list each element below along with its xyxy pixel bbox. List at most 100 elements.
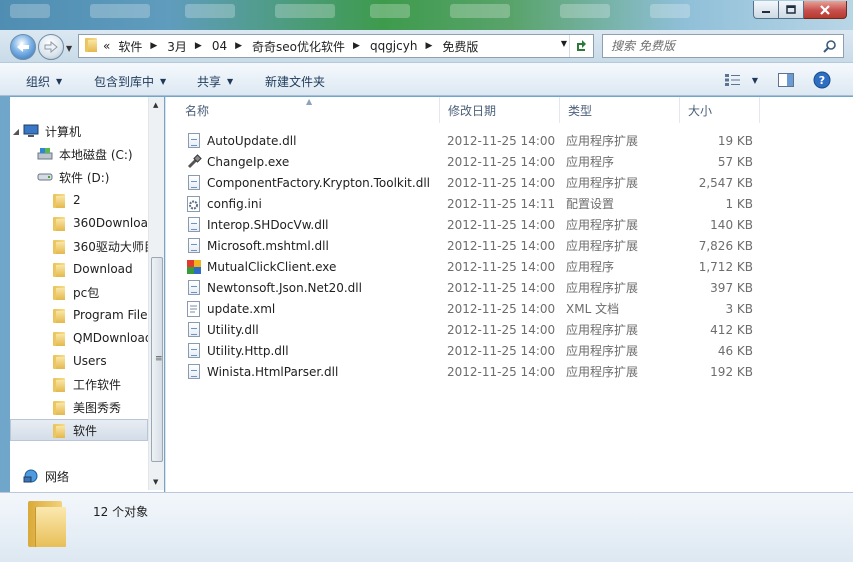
nav-scrollbar[interactable]: ▲ ≡ ▼ [148, 97, 164, 490]
nav-item-label: Program Files [73, 308, 154, 322]
file-row[interactable]: update.xml 2012-11-25 14:00 XML 文档 3 KB [166, 298, 766, 319]
file-row[interactable]: config.ini 2012-11-25 14:11 配置设置 1 KB [166, 193, 766, 214]
title-bar[interactable] [0, 0, 853, 30]
preview-pane-button[interactable] [775, 69, 797, 91]
back-button[interactable] [10, 34, 36, 60]
breadcrumb-arrow-icon[interactable]: ▶ [353, 41, 360, 51]
nav-item-local-disk-c[interactable]: 本地磁盘 (C:) [10, 143, 148, 165]
folder-icon [50, 307, 68, 323]
nav-folder-item[interactable]: Users [10, 350, 148, 372]
folder-icon [50, 376, 68, 392]
nav-folder-item[interactable]: 360驱动大师目 [10, 235, 156, 257]
exe-tool-icon [186, 153, 202, 170]
share-button[interactable]: 共享 ▼ [197, 73, 233, 90]
nav-item-label: 美图秀秀 [73, 400, 122, 415]
breadcrumb-label: 04 [211, 39, 228, 53]
column-header-date[interactable]: 修改日期 [440, 97, 560, 123]
chevron-down-icon: ▼ [160, 77, 167, 86]
file-name: update.xml [207, 301, 276, 316]
breadcrumb-item[interactable]: 04 ▶ [212, 39, 252, 53]
nav-folder-item[interactable]: 2 [10, 189, 148, 211]
nav-item-drive-d[interactable]: 软件 (D:) [10, 166, 148, 188]
file-name: Interop.SHDocVw.dll [207, 217, 329, 232]
file-row[interactable]: Newtonsoft.Json.Net20.dll 2012-11-25 14:… [166, 277, 766, 298]
chevron-down-icon: ▼ [227, 77, 234, 86]
breadcrumb-arrow-icon[interactable]: ▶ [425, 41, 432, 51]
minimize-icon [762, 10, 770, 13]
file-size: 412 KB [710, 322, 753, 337]
file-row[interactable]: Winista.HtmlParser.dll 2012-11-25 14:00 … [166, 361, 766, 382]
breadcrumb-item[interactable]: 软件 ▶ [118, 38, 167, 55]
nav-folder-item-selected[interactable]: 软件 [10, 419, 148, 441]
column-header-size[interactable]: 大小 [680, 97, 760, 123]
file-row[interactable]: ChangeIp.exe 2012-11-25 14:00 应用程序 57 KB [166, 151, 766, 172]
file-name-cell: ComponentFactory.Krypton.Toolkit.dll [186, 172, 430, 193]
minimize-button[interactable] [753, 1, 779, 19]
file-type: 应用程序扩展 [566, 365, 639, 379]
scroll-down-icon[interactable]: ▼ [153, 478, 158, 486]
nav-folder-item[interactable]: 美图秀秀 [10, 396, 148, 418]
file-size: 3 KB [725, 301, 753, 316]
breadcrumb-arrow-icon[interactable]: ▶ [235, 41, 242, 51]
address-bar[interactable]: « 软件 ▶ 3月 ▶ 04 ▶ 奇奇seo优化软件 ▶ qqgjcyh ▶ 免费版 ▼ [78, 34, 594, 58]
file-row[interactable]: ComponentFactory.Krypton.Toolkit.dll 201… [166, 172, 766, 193]
include-in-library-button[interactable]: 包含到库中 ▼ [94, 73, 166, 90]
file-row[interactable]: Utility.dll 2012-11-25 14:00 应用程序扩展 412 … [166, 319, 766, 340]
view-options-button[interactable]: ▼ [720, 69, 762, 91]
column-header-label: 修改日期 [448, 103, 497, 118]
breadcrumb-item[interactable]: qqgjcyh ▶ [370, 39, 442, 53]
address-dropdown-icon[interactable]: ▼ [561, 39, 567, 48]
breadcrumb-overflow[interactable]: « [103, 39, 110, 53]
file-name: config.ini [207, 196, 262, 211]
nav-folder-item[interactable]: pc包 [10, 281, 148, 303]
forward-button[interactable] [38, 34, 64, 60]
search-box[interactable] [602, 34, 844, 58]
nav-folder-item[interactable]: QMDownload [10, 327, 152, 349]
item-count: 12 个对象 [93, 505, 149, 519]
file-size: 140 KB [710, 217, 753, 232]
new-folder-button[interactable]: 新建文件夹 [265, 73, 325, 90]
file-row[interactable]: AutoUpdate.dll 2012-11-25 14:00 应用程序扩展 1… [166, 130, 766, 151]
search-icon[interactable] [823, 39, 837, 56]
nav-folder-item[interactable]: 工作软件 [10, 373, 148, 395]
close-icon [820, 4, 830, 15]
search-input[interactable] [611, 39, 811, 53]
file-name-cell: ChangeIp.exe [186, 151, 289, 172]
chevron-down-icon: ▼ [56, 77, 63, 86]
nav-item-computer[interactable]: ◢ 计算机 [10, 120, 148, 142]
file-row[interactable]: Interop.SHDocVw.dll 2012-11-25 14:00 应用程… [166, 214, 766, 235]
recent-pages-dropdown[interactable]: ▼ [66, 44, 72, 53]
file-row[interactable]: Microsoft.mshtml.dll 2012-11-25 14:00 应用… [166, 235, 766, 256]
file-row[interactable]: Utility.Http.dll 2012-11-25 14:00 应用程序扩展… [166, 340, 766, 361]
file-name-cell: Winista.HtmlParser.dll [186, 361, 338, 382]
maximize-button[interactable] [779, 1, 804, 19]
help-button[interactable]: ? [811, 69, 833, 91]
scroll-up-icon[interactable]: ▲ [153, 101, 158, 109]
refresh-button[interactable] [569, 35, 591, 57]
file-row[interactable]: MutualClickClient.exe 2012-11-25 14:00 应… [166, 256, 766, 277]
nav-item-label: 工作软件 [73, 377, 122, 392]
organize-button[interactable]: 组织 ▼ [26, 73, 62, 90]
title-bar-blur [560, 4, 610, 18]
breadcrumb-item[interactable]: 奇奇seo优化软件 ▶ [252, 38, 370, 55]
breadcrumb-item[interactable]: 3月 ▶ [167, 38, 212, 55]
navigation-pane: ◢ 计算机 本地磁盘 (C:) 软件 (D:) 2 360Download 36… [10, 97, 164, 492]
breadcrumb-arrow-icon[interactable]: ▶ [195, 41, 202, 51]
nav-item-network[interactable]: 网络 [10, 465, 148, 487]
scrollbar-thumb[interactable]: ≡ [151, 257, 163, 462]
column-header-type[interactable]: 类型 [560, 97, 680, 123]
chevron-down-icon: ▼ [751, 75, 759, 85]
breadcrumb-arrow-icon[interactable]: ▶ [150, 41, 157, 51]
title-bar-blur [90, 4, 150, 18]
close-button[interactable] [804, 1, 847, 19]
nav-folder-item[interactable]: Program Files [10, 304, 154, 326]
column-header-name[interactable]: 名称 [177, 97, 440, 123]
nav-folder-item[interactable]: Download [10, 258, 148, 280]
arrow-left-icon [17, 42, 29, 52]
collapse-arrow-icon[interactable]: ◢ [10, 127, 22, 136]
file-size: 1 KB [725, 196, 753, 211]
nav-item-label: QMDownload [73, 331, 153, 345]
breadcrumb-item[interactable]: 免费版 [442, 38, 478, 55]
grip-icon: ≡ [155, 354, 163, 364]
nav-folder-item[interactable]: 360Download [10, 212, 156, 234]
